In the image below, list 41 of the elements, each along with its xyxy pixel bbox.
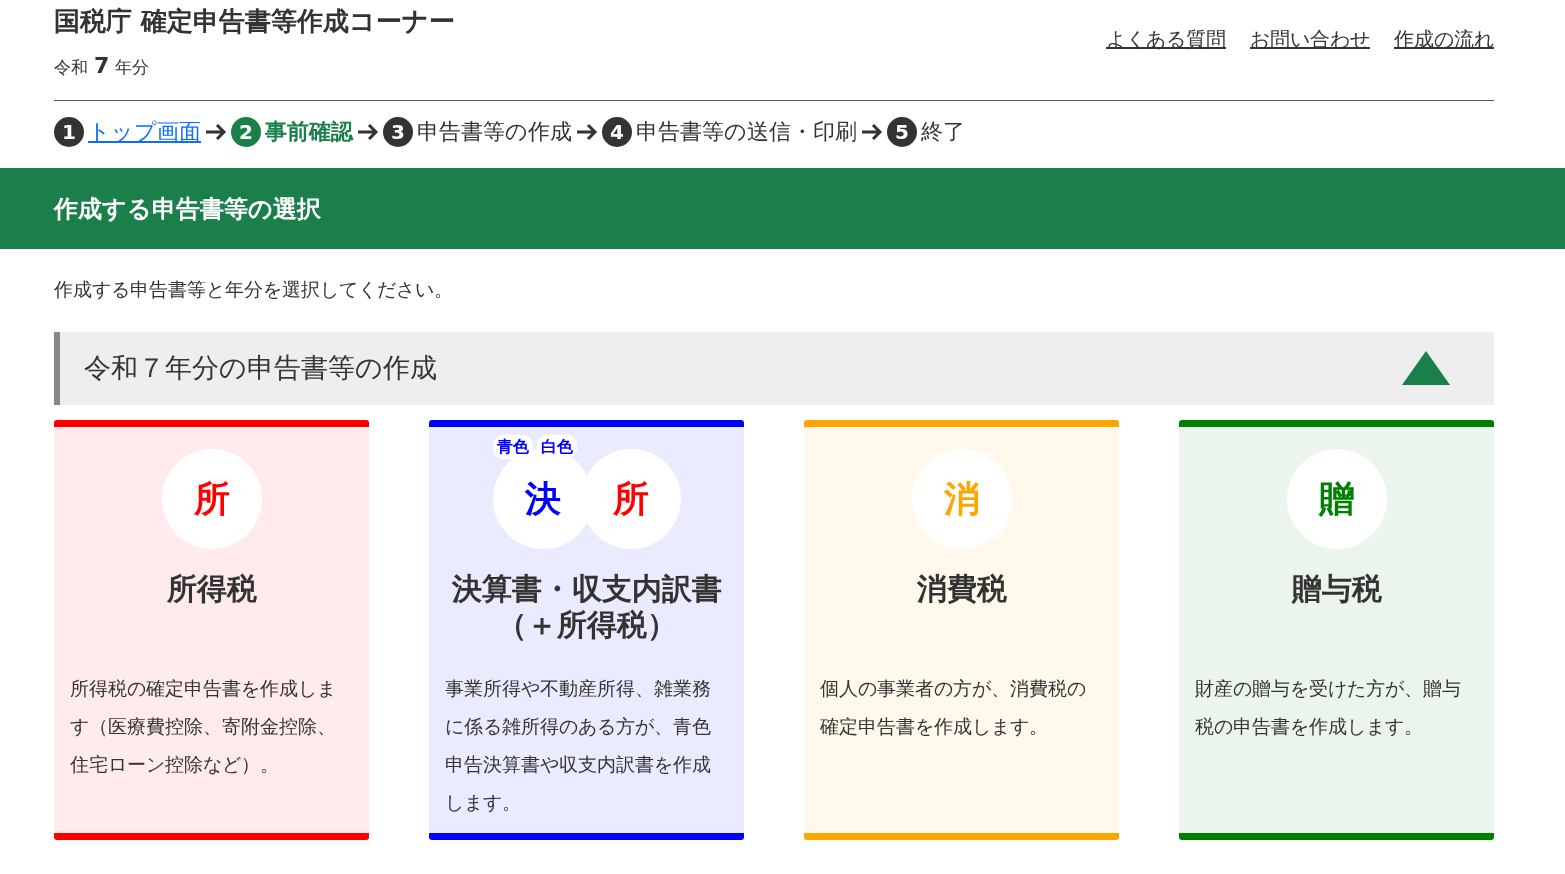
- step-number: 5: [887, 116, 917, 147]
- step-number: 2: [231, 116, 261, 147]
- site-title: 国税庁 確定申告書等作成コーナー: [54, 6, 456, 38]
- card-description: 個人の事業者の方が、消費税の確定申告書を作成します。: [820, 675, 1087, 739]
- card-description: 事業所得や不動産所得、雑業務に係る雑所得のある方が、青色申告決算書や収支内訳書を作成します。: [445, 675, 712, 815]
- year-suffix: 年分: [115, 57, 150, 78]
- arrow-icon: [576, 122, 598, 141]
- card-title: 決算書・収支内訳書（＋所得税）: [450, 570, 723, 644]
- arrow-icon: [205, 122, 227, 141]
- card-title: 所得税: [166, 570, 257, 608]
- tax-card[interactable]: 消 消費税 個人の事業者の方が、消費税の確定申告書を作成します。: [804, 419, 1119, 840]
- step-label: 申告書等の作成: [417, 118, 572, 147]
- tax-icon: 消: [911, 448, 1012, 549]
- step-label: 申告書等の送信・印刷: [636, 118, 857, 147]
- step-label: 終了: [921, 118, 965, 147]
- card-title: 贈与税: [1291, 570, 1382, 608]
- header-link[interactable]: お問い合わせ: [1250, 24, 1370, 54]
- tax-card[interactable]: 所 所得税 所得税の確定申告書を作成します（医療費控除、寄附金控除、住宅ローン控除など）。: [54, 419, 369, 840]
- section-header[interactable]: 令和７年分の申告書等の作成: [54, 331, 1494, 405]
- arrow-icon: [861, 122, 883, 141]
- step-number: 3: [383, 116, 413, 147]
- card-title: 消費税: [916, 570, 1007, 608]
- era-label: 令和: [54, 57, 88, 78]
- section-title: 令和７年分の申告書等の作成: [84, 350, 437, 385]
- tax-icon: 贈: [1286, 448, 1387, 549]
- header-link[interactable]: 作成の流れ: [1394, 24, 1494, 54]
- collapse-icon[interactable]: [1402, 351, 1450, 386]
- page-banner: 作成する申告書等の選択: [0, 168, 1565, 250]
- arrow-icon: [357, 122, 379, 141]
- header-link[interactable]: よくある質問: [1106, 24, 1226, 54]
- intro-text: 作成する申告書等と年分を選択してください。: [54, 277, 454, 303]
- tax-icon: 所: [161, 448, 262, 549]
- step-label: 事前確認: [265, 118, 353, 147]
- card-description: 所得税の確定申告書を作成します（医療費控除、寄附金控除、住宅ローン控除など）。: [70, 675, 337, 777]
- year-value: 7: [94, 53, 110, 79]
- card-description: 財産の贈与を受けた方が、贈与税の申告書を作成します。: [1195, 675, 1462, 739]
- step-number: 4: [602, 116, 632, 147]
- step-link[interactable]: トップ画面: [88, 115, 201, 149]
- tax-card[interactable]: 贈 贈与税 財産の贈与を受けた方が、贈与税の申告書を作成します。: [1179, 419, 1494, 840]
- step-number: 1: [54, 116, 84, 147]
- tag-label: 白色: [536, 434, 577, 459]
